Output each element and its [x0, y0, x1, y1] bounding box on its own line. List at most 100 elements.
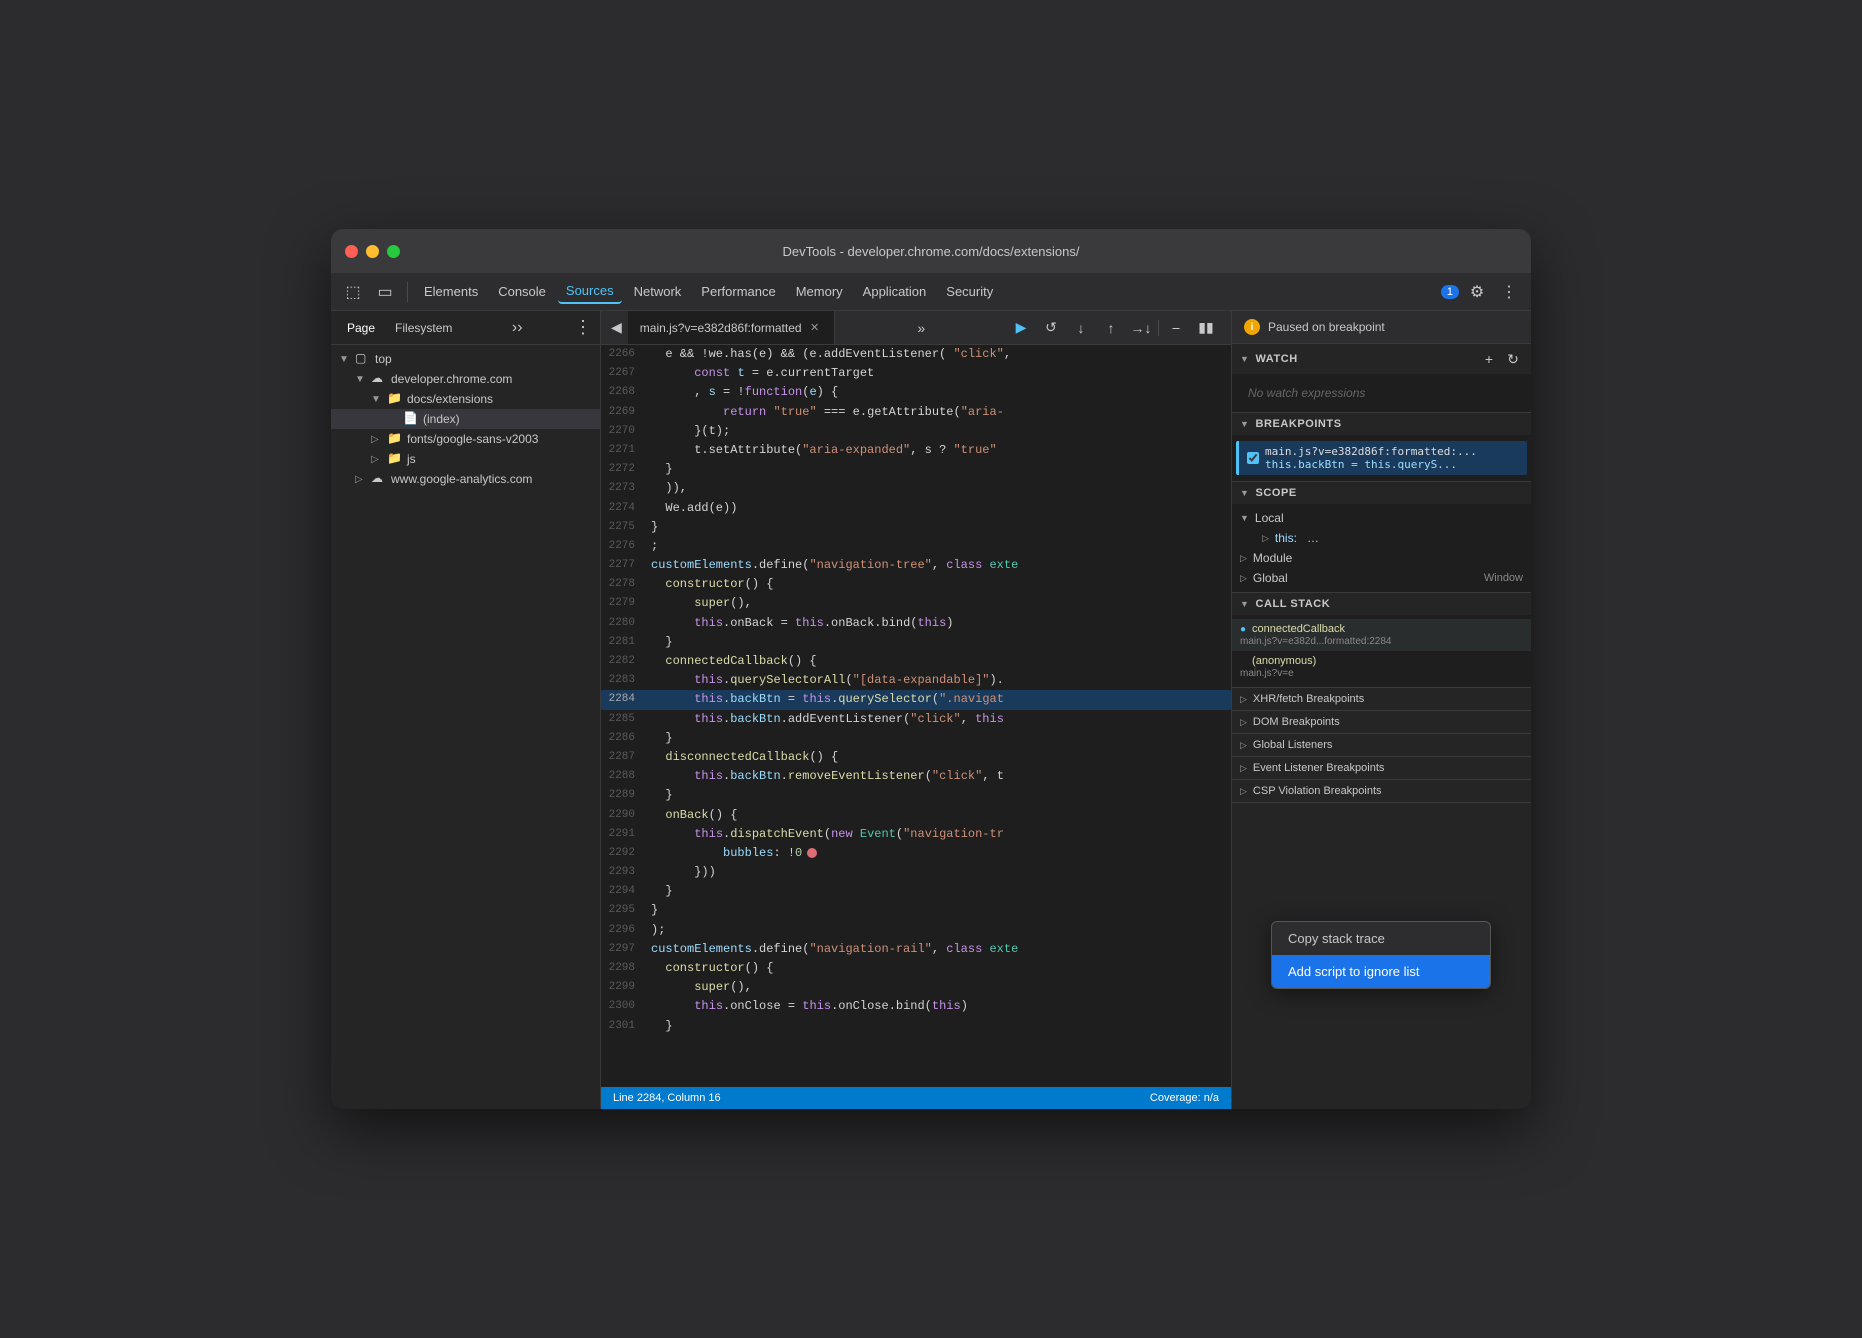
pause-on-exceptions-button[interactable]: ▮▮ [1193, 315, 1219, 341]
line-num: 2281 [601, 633, 647, 652]
global-listeners-arrow: ▷ [1240, 740, 1247, 751]
event-listener-header[interactable]: ▷ Event Listener Breakpoints [1232, 757, 1531, 779]
step-out-button[interactable]: ↑ [1098, 315, 1124, 341]
code-line-2292: 2292 bubbles: !0 [601, 844, 1231, 863]
module-scope-header[interactable]: ▷ Module [1232, 548, 1531, 568]
code-line-2290: 2290 onBack() { [601, 806, 1231, 825]
code-line-2269: 2269 return "true" === e.getAttribute("a… [601, 403, 1231, 422]
dom-breakpoints-header[interactable]: ▷ DOM Breakpoints [1232, 711, 1531, 733]
csp-violation-header[interactable]: ▷ CSP Violation Breakpoints [1232, 780, 1531, 802]
tree-item-js[interactable]: ▷ 📁 js [331, 449, 600, 469]
code-line-2277: 2277 customElements.define("navigation-t… [601, 556, 1231, 575]
folder-icon-docs: 📁 [387, 391, 403, 407]
settings-button[interactable]: ⚙ [1463, 278, 1491, 306]
more-options-button[interactable]: ⋮ [1495, 278, 1523, 306]
editor-tabs: ◀ main.js?v=e382d86f:formatted ✕ » ▶ ↺ ↓… [601, 311, 1231, 345]
code-line-2287: 2287 disconnectedCallback() { [601, 748, 1231, 767]
sidebar-toggle-button[interactable]: ◀ [605, 315, 628, 340]
toolbar-separator [407, 282, 408, 302]
local-scope-header[interactable]: ▼ Local [1232, 508, 1531, 528]
status-line-col: Line 2284, Column 16 [613, 1092, 721, 1104]
line-content: ; [647, 537, 1231, 556]
line-num: 2290 [601, 806, 647, 825]
breakpoint-checkbox[interactable] [1247, 452, 1259, 464]
add-to-ignore-list-item[interactable]: Add script to ignore list [1272, 955, 1490, 988]
line-content: We.add(e)) [647, 499, 1231, 518]
callstack-loc-1: main.js?v=e [1240, 668, 1523, 679]
line-content: customElements.define("navigation-tree",… [647, 556, 1231, 575]
tree-item-fonts[interactable]: ▷ 📁 fonts/google-sans-v2003 [331, 429, 600, 449]
copy-stack-trace-item[interactable]: Copy stack trace [1272, 922, 1490, 955]
resume-button[interactable]: ▶ [1008, 315, 1034, 341]
global-listeners-header[interactable]: ▷ Global Listeners [1232, 734, 1531, 756]
tab-network[interactable]: Network [626, 280, 690, 303]
scope-section: ▼ Scope ▼ Local ▷ this: … [1232, 482, 1531, 593]
tree-arrow-top: ▼ [339, 354, 355, 365]
tab-security[interactable]: Security [938, 280, 1001, 303]
code-line-2272: 2272 } [601, 460, 1231, 479]
tab-memory[interactable]: Memory [788, 280, 851, 303]
watch-section: ▼ Watch + ↻ No watch expressions [1232, 344, 1531, 413]
tree-item-chrome-com[interactable]: ▼ ☁ developer.chrome.com [331, 369, 600, 389]
code-line-2289: 2289 } [601, 786, 1231, 805]
tree-item-index[interactable]: ▷ 📄 (index) [331, 409, 600, 429]
deactivate-breakpoints-button[interactable]: ⎯ [1163, 315, 1189, 341]
callstack-item-1[interactable]: ● (anonymous) main.js?v=e [1232, 651, 1531, 683]
editor-tab-main-js[interactable]: main.js?v=e382d86f:formatted ✕ [628, 311, 835, 344]
cursor-tool-button[interactable]: ⬚ [339, 278, 367, 306]
step-over-button[interactable]: ↺ [1038, 315, 1064, 341]
code-line-2280: 2280 this.onBack = this.onBack.bind(this… [601, 614, 1231, 633]
device-toolbar-button[interactable]: ▭ [371, 278, 399, 306]
tab-sources[interactable]: Sources [558, 279, 622, 304]
step-into-button[interactable]: ↓ [1068, 315, 1094, 341]
code-editor[interactable]: 2266 e && !we.has(e) && (e.addEventListe… [601, 345, 1231, 1087]
close-tab-button[interactable]: ✕ [808, 321, 822, 335]
editor-tabs-more-button[interactable]: » [911, 316, 931, 340]
csp-violation-section: ▷ CSP Violation Breakpoints [1232, 780, 1531, 803]
line-content: this.backBtn = this.querySelector(".navi… [647, 690, 1231, 709]
breakpoint-item[interactable]: main.js?v=e382d86f:formatted:... this.ba… [1236, 441, 1527, 475]
titlebar: DevTools - developer.chrome.com/docs/ext… [331, 229, 1531, 273]
step-button[interactable]: →↓ [1128, 315, 1154, 341]
line-content: })) [647, 863, 1231, 882]
tree-label-index: (index) [423, 412, 460, 426]
callstack-item-0[interactable]: ● connectedCallback main.js?v=e382d...fo… [1232, 619, 1531, 651]
breakpoints-header[interactable]: ▼ Breakpoints [1232, 413, 1531, 435]
file-icon-index: 📄 [403, 411, 419, 427]
tab-elements[interactable]: Elements [416, 280, 486, 303]
tab-page[interactable]: Page [339, 318, 383, 338]
new-source-button[interactable]: ⋮ [574, 317, 592, 338]
this-key: this: [1275, 531, 1297, 545]
tree-arrow-fonts: ▷ [371, 434, 387, 445]
panel-more-button[interactable]: ›› [512, 319, 523, 337]
close-button[interactable] [345, 245, 358, 258]
this-scope-item[interactable]: ▷ this: … [1232, 528, 1531, 548]
refresh-watch-button[interactable]: ↻ [1503, 349, 1523, 369]
line-num: 2288 [601, 767, 647, 786]
tree-item-analytics[interactable]: ▷ ☁ www.google-analytics.com [331, 469, 600, 489]
tree-item-docs-extensions[interactable]: ▼ 📁 docs/extensions [331, 389, 600, 409]
this-value: … [1307, 531, 1319, 545]
tab-performance[interactable]: Performance [693, 280, 783, 303]
callstack-header[interactable]: ▼ Call Stack [1232, 593, 1531, 615]
code-line-2268: 2268 , s = !function(e) { [601, 383, 1231, 402]
line-num: 2296 [601, 921, 647, 940]
tree-arrow-analytics: ▷ [355, 474, 371, 485]
line-num: 2282 [601, 652, 647, 671]
local-arrow: ▼ [1240, 513, 1249, 523]
scope-header[interactable]: ▼ Scope [1232, 482, 1531, 504]
line-content: onBack() { [647, 806, 1231, 825]
minimize-button[interactable] [366, 245, 379, 258]
maximize-button[interactable] [387, 245, 400, 258]
xhr-fetch-header[interactable]: ▷ XHR/fetch Breakpoints [1232, 688, 1531, 710]
window-label: Window [1484, 572, 1523, 584]
watch-header[interactable]: ▼ Watch + ↻ [1232, 344, 1531, 374]
add-watch-button[interactable]: + [1479, 349, 1499, 369]
tab-console[interactable]: Console [490, 280, 554, 303]
tree-item-top[interactable]: ▼ ▢ top [331, 349, 600, 369]
tab-application[interactable]: Application [855, 280, 935, 303]
watch-arrow: ▼ [1240, 354, 1249, 364]
global-scope-header[interactable]: ▷ Global Window [1232, 568, 1531, 588]
tab-filesystem[interactable]: Filesystem [387, 318, 460, 338]
toolbar-right: 1 ⚙ ⋮ [1439, 278, 1523, 306]
